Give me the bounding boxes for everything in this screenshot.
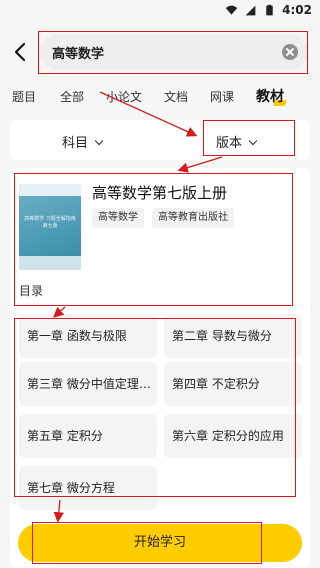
chapter-item[interactable]: 第三章 微分中值定理… <box>19 362 157 406</box>
book-title[interactable]: 高等数学第七版上册 <box>92 182 227 203</box>
book-cover[interactable]: 高等数学 习题全解指南 第七版 <box>19 184 81 270</box>
tab-all[interactable]: 全部 <box>60 88 84 105</box>
filter-bar: 科目 版本 <box>10 120 310 160</box>
cover-strip <box>19 184 81 196</box>
chapter-item[interactable]: 第四章 不定积分 <box>164 362 302 406</box>
toc-label: 目录 <box>19 284 44 298</box>
cover-band <box>19 256 81 270</box>
top-bar: 高等数学 <box>0 24 320 80</box>
battery-icon <box>266 4 273 15</box>
search-query: 高等数学 <box>52 47 105 62</box>
chapter-item[interactable]: 第二章 导数与微分 <box>164 314 302 358</box>
edition-filter[interactable]: 版本 <box>216 132 258 151</box>
chapter-item[interactable]: 第五章 定积分 <box>19 414 157 458</box>
back-arrow-icon[interactable] <box>12 42 30 62</box>
start-learning-button[interactable]: 开始学习 <box>18 524 302 562</box>
chevron-down-icon <box>248 136 258 146</box>
search-input[interactable]: 高等数学 <box>40 34 308 70</box>
category-tabs: 题目 全部 小论文 文档 网课 教材 <box>0 84 320 108</box>
wifi-icon <box>225 5 238 15</box>
edition-filter-label: 版本 <box>216 136 243 151</box>
clear-icon[interactable] <box>282 44 298 60</box>
tab-essays[interactable]: 小论文 <box>106 88 142 105</box>
tab-textbooks-label: 教材 <box>256 89 284 105</box>
chapter-item[interactable]: 第六章 定积分的应用 <box>164 414 302 458</box>
cover-text: 高等数学 习题全解指南 第七版 <box>24 216 76 229</box>
chapter-item[interactable]: 第一章 函数与极限 <box>19 314 157 358</box>
status-bar: 4:02 <box>0 0 320 24</box>
chevron-down-icon <box>94 136 104 146</box>
signal-icon <box>245 5 256 15</box>
tab-courses[interactable]: 网课 <box>210 88 234 105</box>
subject-filter-label: 科目 <box>62 136 89 151</box>
book-tag-subject: 高等数学 <box>92 208 144 228</box>
tab-textbooks[interactable]: 教材 <box>256 86 288 106</box>
clock: 4:02 <box>282 3 312 17</box>
tab-documents[interactable]: 文档 <box>164 88 188 105</box>
chapter-item[interactable]: 第七章 微分方程 <box>19 466 157 510</box>
subject-filter[interactable]: 科目 <box>62 132 104 151</box>
tab-questions[interactable]: 题目 <box>12 88 36 105</box>
book-tag-publisher: 高等教育出版社 <box>152 208 234 228</box>
